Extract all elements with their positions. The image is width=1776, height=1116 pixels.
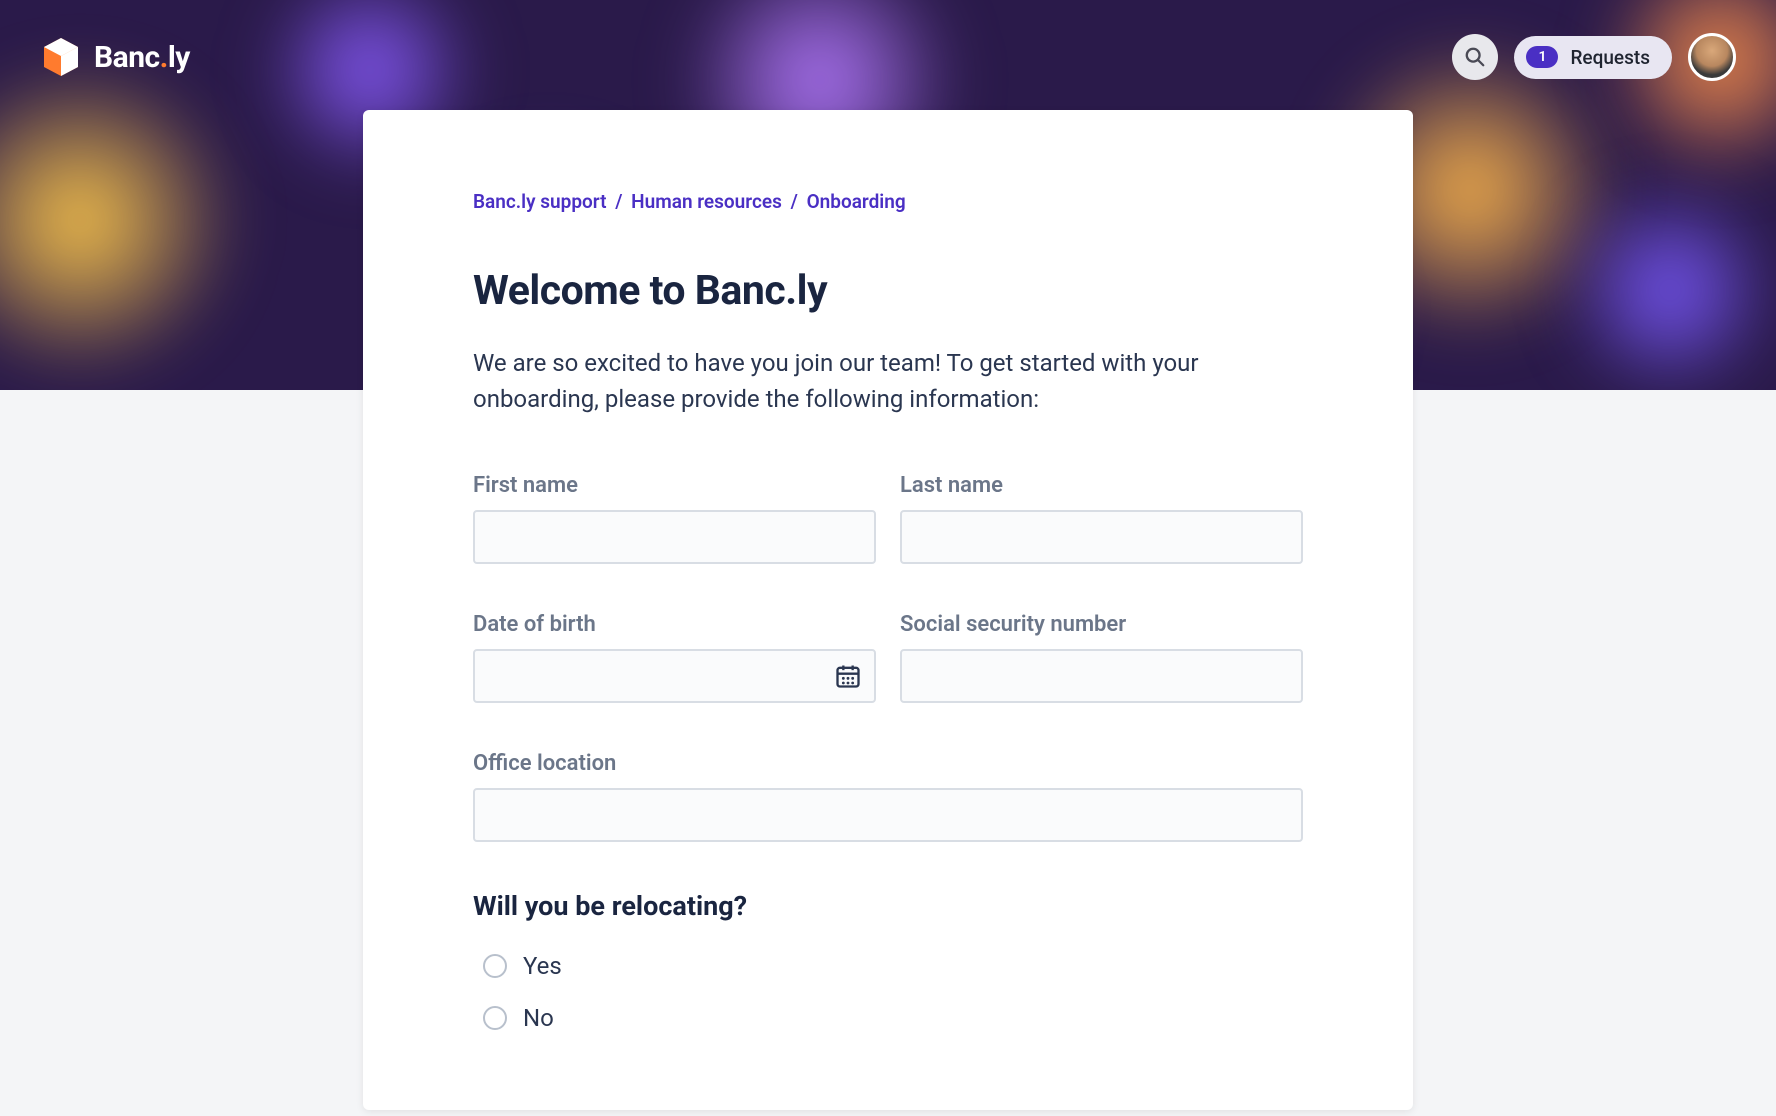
search-button[interactable] bbox=[1452, 34, 1498, 80]
logo[interactable]: Banc.ly bbox=[40, 36, 190, 78]
header-actions: 1 Requests bbox=[1452, 33, 1736, 81]
relocating-radio-group: Yes No bbox=[473, 952, 1303, 1032]
intro-text: We are so excited to have you join our t… bbox=[473, 345, 1303, 417]
form-card: Banc.ly support / Human resources / Onbo… bbox=[363, 110, 1413, 1110]
search-icon bbox=[1464, 46, 1486, 68]
dob-label: Date of birth bbox=[473, 612, 876, 637]
ssn-input[interactable] bbox=[900, 649, 1303, 703]
office-location-label: Office location bbox=[473, 751, 1303, 776]
relocating-option-yes[interactable]: Yes bbox=[473, 952, 1303, 980]
header: Banc.ly 1 Requests bbox=[0, 0, 1776, 90]
last-name-input[interactable] bbox=[900, 510, 1303, 564]
requests-count-badge: 1 bbox=[1526, 46, 1558, 68]
ssn-label: Social security number bbox=[900, 612, 1303, 637]
first-name-input[interactable] bbox=[473, 510, 876, 564]
logo-icon bbox=[40, 36, 82, 78]
relocating-option-no[interactable]: No bbox=[473, 1004, 1303, 1032]
breadcrumb-separator: / bbox=[615, 190, 622, 213]
last-name-label: Last name bbox=[900, 473, 1303, 498]
radio-icon bbox=[483, 1006, 507, 1030]
radio-label-no: No bbox=[523, 1004, 554, 1032]
breadcrumb: Banc.ly support / Human resources / Onbo… bbox=[473, 190, 1303, 213]
avatar[interactable] bbox=[1688, 33, 1736, 81]
dob-input[interactable] bbox=[473, 649, 876, 703]
breadcrumb-separator: / bbox=[791, 190, 798, 213]
breadcrumb-item-onboarding[interactable]: Onboarding bbox=[807, 190, 906, 213]
breadcrumb-item-hr[interactable]: Human resources bbox=[631, 190, 782, 213]
breadcrumb-item-support[interactable]: Banc.ly support bbox=[473, 190, 606, 213]
office-location-input[interactable] bbox=[473, 788, 1303, 842]
radio-icon bbox=[483, 954, 507, 978]
first-name-label: First name bbox=[473, 473, 876, 498]
relocating-question: Will you be relocating? bbox=[473, 890, 1303, 922]
page-title: Welcome to Banc.ly bbox=[473, 267, 1303, 315]
radio-label-yes: Yes bbox=[523, 952, 562, 980]
requests-label: Requests bbox=[1570, 46, 1650, 69]
requests-button[interactable]: 1 Requests bbox=[1514, 36, 1672, 79]
logo-text: Banc.ly bbox=[94, 40, 190, 75]
